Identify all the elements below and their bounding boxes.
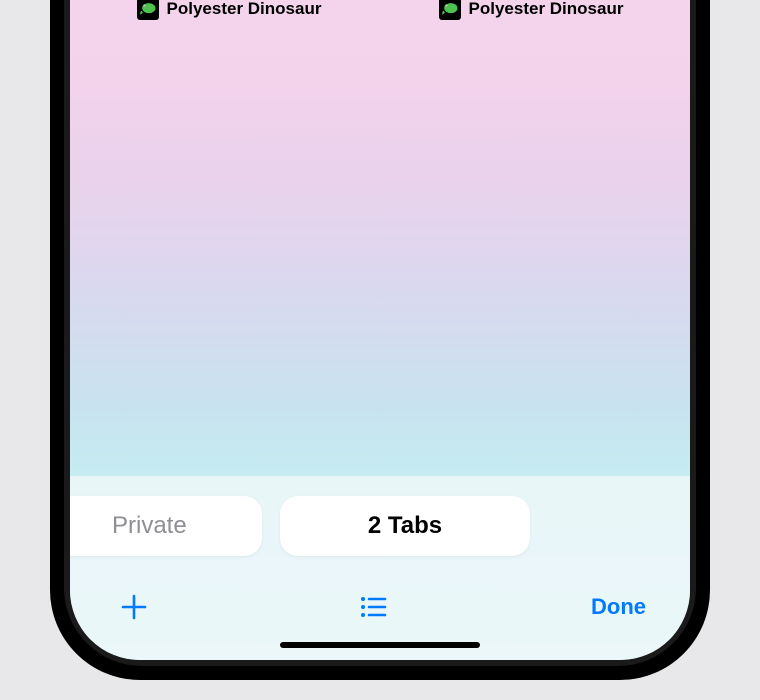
- dinosaur-icon: [137, 0, 159, 20]
- tab-groups-button[interactable]: [349, 583, 397, 631]
- tab-label: Polyester Dinosaur: [137, 0, 322, 20]
- new-tab-button[interactable]: [110, 583, 158, 631]
- tab-row: Polyester Dinosaur: [70, 0, 690, 20]
- tab-card[interactable]: Polyester Dinosaur: [390, 0, 672, 20]
- phone-frame: Polyester Dinosaur: [50, 0, 710, 680]
- tab-label: Polyester Dinosaur: [439, 0, 624, 20]
- bottom-panel: Private 2 Tabs: [70, 476, 690, 660]
- done-button[interactable]: Done: [587, 586, 650, 628]
- phone-inner: Polyester Dinosaur: [64, 0, 696, 666]
- screen: Polyester Dinosaur: [70, 0, 690, 660]
- tab-title: Polyester Dinosaur: [167, 0, 322, 19]
- plus-icon: [118, 591, 150, 623]
- dinosaur-icon: [439, 0, 461, 20]
- tab-group-private[interactable]: Private: [70, 496, 262, 556]
- private-label: Private: [112, 512, 187, 540]
- tab-card[interactable]: Polyester Dinosaur: [88, 0, 370, 20]
- done-label: Done: [591, 594, 646, 619]
- home-indicator[interactable]: [280, 642, 480, 648]
- tab-overview-area[interactable]: Polyester Dinosaur: [70, 0, 690, 476]
- tab-title: Polyester Dinosaur: [469, 0, 624, 19]
- tab-group-selector[interactable]: Private 2 Tabs: [70, 496, 690, 556]
- tab-group-current[interactable]: 2 Tabs: [280, 496, 530, 556]
- phone-body: Polyester Dinosaur: [50, 0, 710, 680]
- toolbar: Done: [70, 582, 690, 632]
- list-icon: [357, 591, 389, 623]
- current-tabs-label: 2 Tabs: [368, 512, 442, 540]
